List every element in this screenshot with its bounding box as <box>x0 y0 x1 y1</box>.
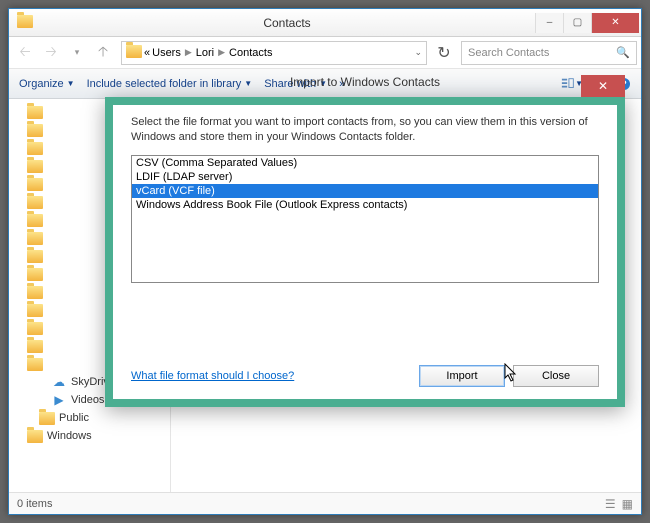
tree-item-label: Windows <box>47 430 92 442</box>
status-bar: 0 items ☰ ▦ <box>9 492 641 514</box>
navigation-bar: 🡠 🡢 ▾ 🡡 « Users ▶ Lori ▶ Contacts ⌄ ↻ Se… <box>9 37 641 69</box>
breadcrumb-prefix: « <box>144 47 150 59</box>
forward-button[interactable]: 🡢 <box>39 41 63 65</box>
folder-icon <box>39 412 55 425</box>
tree-item[interactable]: Windows <box>9 427 170 445</box>
tree-item[interactable]: Public <box>9 409 170 427</box>
tree-item-label: Videos <box>71 394 104 406</box>
search-input[interactable]: Search Contacts 🔍 <box>461 41 637 65</box>
folder-icon <box>17 15 33 31</box>
breadcrumb-segment[interactable]: Lori <box>196 47 214 59</box>
chevron-down-icon: ▼ <box>67 79 75 88</box>
up-button[interactable]: 🡡 <box>91 41 115 65</box>
details-view-icon[interactable]: ☰ <box>605 497 616 511</box>
window-title: Contacts <box>39 16 535 30</box>
include-in-library-menu[interactable]: Include selected folder in library ▼ <box>83 76 257 92</box>
folder-icon <box>27 250 43 263</box>
dialog-title: Import to Windows Contacts <box>290 75 440 89</box>
breadcrumb[interactable]: « Users ▶ Lori ▶ Contacts ⌄ <box>121 41 427 65</box>
folder-icon <box>27 358 43 371</box>
import-dialog: Import to Windows Contacts ✕ Select the … <box>105 97 625 407</box>
folder-icon <box>27 268 43 281</box>
search-icon: 🔍 <box>616 46 630 59</box>
maximize-button[interactable]: ▢ <box>563 13 591 33</box>
folder-icon <box>27 322 43 335</box>
breadcrumb-dropdown-icon[interactable]: ⌄ <box>414 47 422 58</box>
search-placeholder-text: Search Contacts <box>468 47 549 59</box>
help-link[interactable]: What file format should I choose? <box>131 370 294 382</box>
folder-icon <box>27 124 43 137</box>
refresh-button[interactable]: ↻ <box>433 42 455 64</box>
folder-icon <box>27 160 43 173</box>
skydrive-icon: ☁ <box>51 374 67 390</box>
view-options-button[interactable]: ▼ <box>561 73 583 95</box>
back-button[interactable]: 🡠 <box>13 41 37 65</box>
chevron-right-icon: ▶ <box>218 47 225 58</box>
folder-icon <box>27 286 43 299</box>
titlebar: Contacts – ▢ ✕ <box>9 9 641 37</box>
folder-icon <box>27 304 43 317</box>
dialog-close-button-secondary[interactable]: Close <box>513 365 599 387</box>
folder-icon <box>27 214 43 227</box>
folder-icon <box>27 340 43 353</box>
window-controls: – ▢ ✕ <box>535 13 639 33</box>
close-button[interactable]: ✕ <box>591 13 639 33</box>
format-option[interactable]: LDIF (LDAP server) <box>132 170 598 184</box>
videos-icon: ▶ <box>51 392 67 408</box>
dialog-description: Select the file format you want to impor… <box>131 115 599 145</box>
folder-icon <box>27 430 43 443</box>
format-option[interactable]: Windows Address Book File (Outlook Expre… <box>132 198 598 212</box>
folder-icon <box>27 106 43 119</box>
format-listbox[interactable]: CSV (Comma Separated Values)LDIF (LDAP s… <box>131 155 599 283</box>
format-option[interactable]: vCard (VCF file) <box>132 184 598 198</box>
folder-icon <box>126 45 142 61</box>
recent-locations-button[interactable]: ▾ <box>65 41 89 65</box>
chevron-right-icon: ▶ <box>185 47 192 58</box>
minimize-button[interactable]: – <box>535 13 563 33</box>
tiles-view-icon[interactable]: ▦ <box>622 497 633 511</box>
dialog-close-button[interactable]: ✕ <box>581 75 625 97</box>
format-option[interactable]: CSV (Comma Separated Values) <box>132 156 598 170</box>
organize-menu[interactable]: Organize ▼ <box>15 76 79 92</box>
explorer-window: Contacts – ▢ ✕ 🡠 🡢 ▾ 🡡 « Users ▶ Lori ▶ … <box>8 8 642 515</box>
breadcrumb-segment[interactable]: Users <box>152 47 181 59</box>
tree-item-label: Public <box>59 412 89 424</box>
chevron-down-icon: ▼ <box>244 79 252 88</box>
folder-icon <box>27 178 43 191</box>
breadcrumb-segment[interactable]: Contacts <box>229 47 272 59</box>
folder-icon <box>27 196 43 209</box>
folder-icon <box>27 232 43 245</box>
import-button[interactable]: Import <box>419 365 505 387</box>
status-text: 0 items <box>17 498 52 510</box>
folder-icon <box>27 142 43 155</box>
